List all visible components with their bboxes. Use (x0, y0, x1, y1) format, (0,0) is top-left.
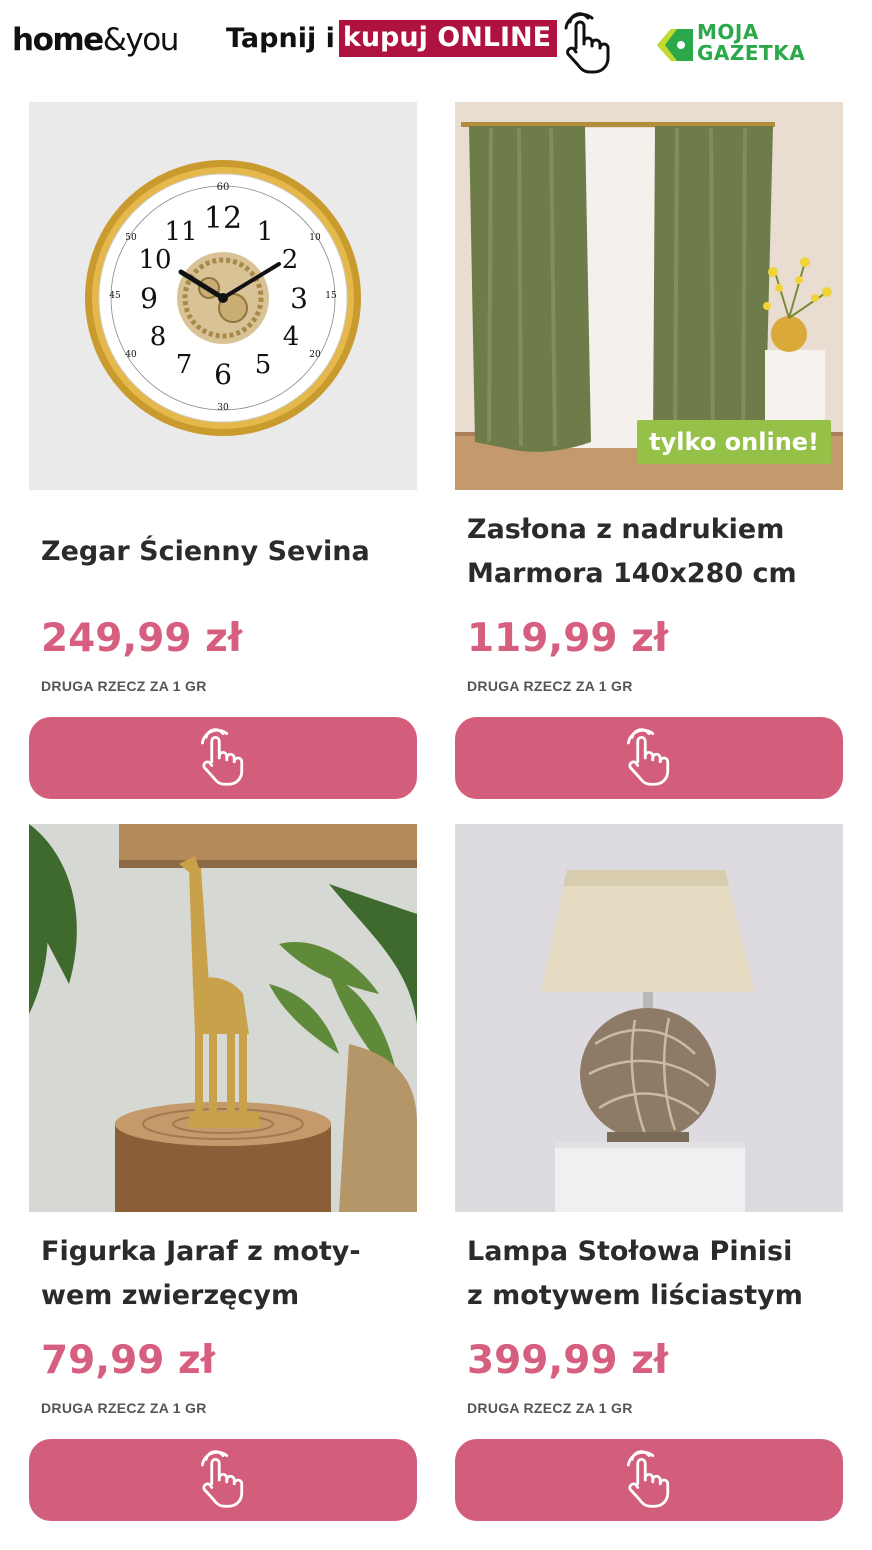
svg-text:45: 45 (109, 291, 121, 301)
buy-button[interactable] (29, 1439, 417, 1521)
giraffe-figurine-image[interactable] (29, 824, 417, 1212)
curtain-image[interactable]: tylko online! (455, 102, 843, 490)
tap-hand-icon (626, 728, 670, 786)
product-price: 119,99 zł (467, 616, 669, 661)
svg-text:60: 60 (217, 182, 230, 193)
product-title-line2: wem zwierzęcym (41, 1280, 300, 1311)
svg-text:5: 5 (255, 350, 272, 380)
svg-text:11: 11 (164, 217, 197, 247)
tap-prefix-text: Tapnij i (226, 22, 335, 54)
tap-hand-icon (200, 1450, 244, 1508)
svg-text:4: 4 (283, 322, 300, 352)
product-title[interactable]: Zegar Ścienny Sevina (41, 530, 411, 574)
svg-text:50: 50 (125, 233, 137, 243)
table-lamp-illustration (455, 824, 843, 1212)
product-title[interactable]: Lampa Stołowa Pinisi z motywem liściasty… (467, 1230, 837, 1318)
product-card-curtain[interactable]: tylko online! Zasłona z nadrukiem Marmor… (455, 102, 843, 802)
moja-gazetka-text: MOJA GAZETKA (697, 22, 805, 64)
product-title[interactable]: Figurka Jaraf z moty- wem zwierzęcym (41, 1230, 411, 1318)
buy-button[interactable] (455, 1439, 843, 1521)
svg-text:30: 30 (217, 403, 229, 413)
product-title[interactable]: Zasłona z nadrukiem Marmora 140x280 cm (467, 508, 837, 596)
svg-text:10: 10 (138, 245, 171, 275)
buy-button[interactable] (29, 717, 417, 799)
svg-text:40: 40 (125, 350, 137, 360)
svg-text:20: 20 (309, 350, 321, 360)
brand-home-text: home (12, 22, 104, 58)
tap-hand-icon[interactable] (560, 12, 616, 76)
product-card-giraffe[interactable]: Figurka Jaraf z moty- wem zwierzęcym 79,… (29, 824, 417, 1524)
product-price: 399,99 zł (467, 1338, 669, 1383)
moja-gazetka-logo[interactable]: MOJA GAZETKA (655, 22, 835, 68)
promo-label: DRUGA RZECZ ZA 1 GR (41, 678, 207, 694)
wall-clock-image[interactable]: 12 11 10 9 8 7 6 5 4 3 2 1 60 10 15 20 3… (29, 102, 417, 490)
tap-hand-icon (626, 1450, 670, 1508)
brand-you-text: &you (102, 22, 180, 58)
tap-hand-icon (200, 728, 244, 786)
online-only-badge: tylko online! (637, 420, 831, 464)
product-card-lamp[interactable]: Lampa Stołowa Pinisi z motywem liściasty… (455, 824, 843, 1524)
svg-text:3: 3 (290, 282, 308, 315)
moja-line1: MOJA (697, 20, 759, 44)
product-title-line1: Zegar Ścienny Sevina (41, 536, 370, 567)
product-title-line1: Figurka Jaraf z moty- (41, 1236, 361, 1267)
product-price: 249,99 zł (41, 616, 243, 661)
product-title-line1: Lampa Stołowa Pinisi (467, 1236, 793, 1267)
svg-text:12: 12 (204, 201, 242, 236)
buy-online-highlight: kupuj ONLINE (338, 19, 558, 57)
wall-clock-illustration: 12 11 10 9 8 7 6 5 4 3 2 1 60 10 15 20 3… (85, 160, 361, 436)
promo-label: DRUGA RZECZ ZA 1 GR (467, 1400, 633, 1416)
svg-text:9: 9 (140, 282, 158, 315)
tap-to-buy-banner[interactable]: Tapnij i kupuj ONLINE (226, 18, 558, 58)
svg-text:2: 2 (282, 245, 299, 275)
svg-text:7: 7 (176, 350, 193, 380)
svg-text:15: 15 (325, 291, 337, 301)
product-title-line2: z motywem liściastym (467, 1280, 803, 1311)
giraffe-illustration (29, 824, 417, 1212)
product-title-line2: Marmora 140x280 cm (467, 558, 797, 589)
svg-text:10: 10 (309, 233, 321, 243)
svg-text:8: 8 (150, 322, 167, 352)
brand-logo[interactable]: home&you (12, 22, 180, 58)
promo-label: DRUGA RZECZ ZA 1 GR (467, 678, 633, 694)
price-tag-icon (657, 29, 693, 61)
svg-text:6: 6 (214, 358, 232, 391)
buy-button[interactable] (455, 717, 843, 799)
product-title-line1: Zasłona z nadrukiem (467, 514, 785, 545)
svg-text:1: 1 (257, 217, 274, 247)
product-price: 79,99 zł (41, 1338, 216, 1383)
product-card-clock[interactable]: 12 11 10 9 8 7 6 5 4 3 2 1 60 10 15 20 3… (29, 102, 417, 802)
table-lamp-image[interactable] (455, 824, 843, 1212)
promo-label: DRUGA RZECZ ZA 1 GR (41, 1400, 207, 1416)
header: home&you Tapnij i kupuj ONLINE MOJA GAZE… (0, 0, 872, 90)
moja-line2: GAZETKA (697, 41, 806, 65)
